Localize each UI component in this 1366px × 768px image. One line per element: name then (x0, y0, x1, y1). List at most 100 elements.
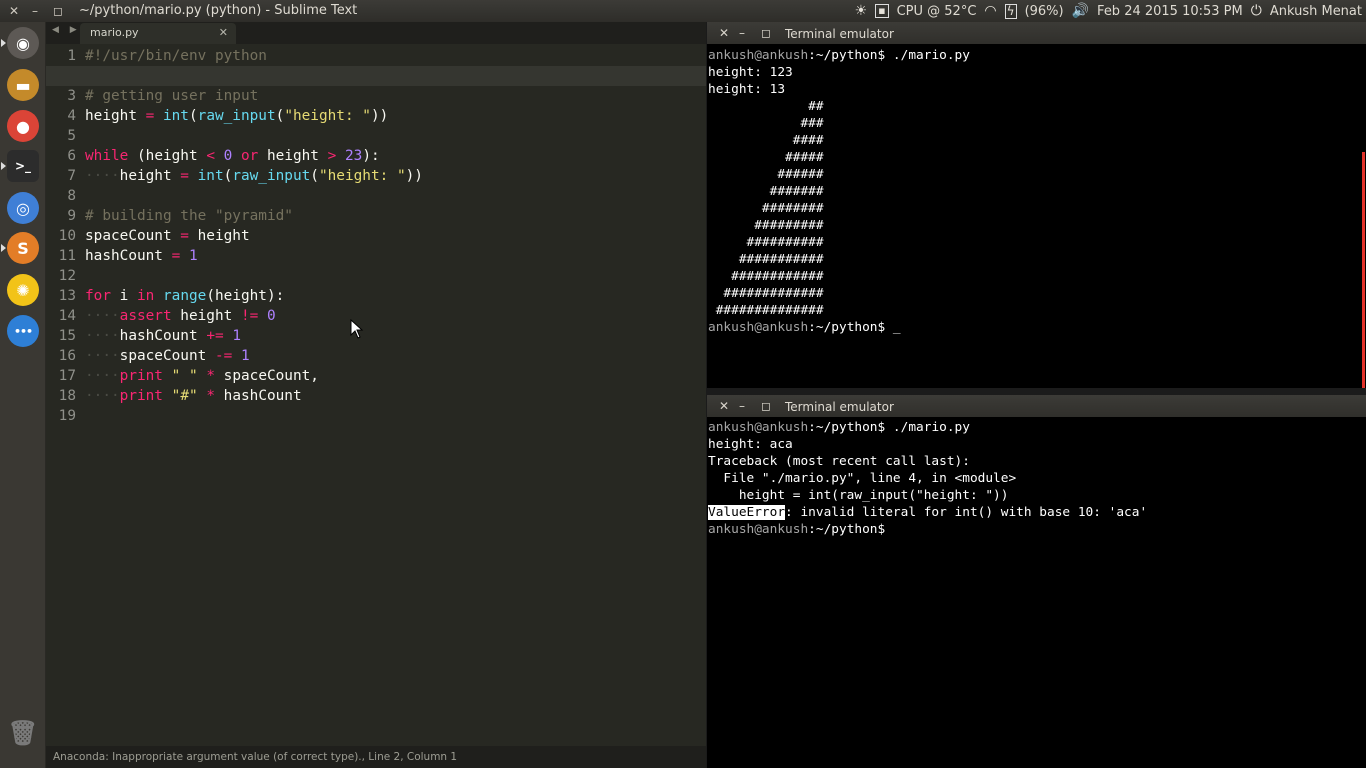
terminal-text: ###### (708, 167, 824, 182)
tab-bar: ◀ ▶ mario.py ✕ (46, 22, 706, 44)
maximize-window-icon[interactable]: ◻ (53, 3, 63, 19)
code-line: ····height = int(raw_input("height: ")) (85, 168, 423, 184)
terminal-line: ankush@ankush:~/python$ ./mario.py (708, 47, 1358, 64)
line-number: 11 (58, 248, 76, 264)
terminal-output: ankush@ankush:~/python$ ./mario.py height… (708, 47, 1358, 336)
code-line: #!/usr/bin/env python (85, 48, 267, 64)
sublime-icon[interactable]: S (7, 232, 39, 264)
terminal-line: #### (708, 132, 1358, 149)
terminal-text: :~/python$ ./mario.py (808, 48, 970, 63)
terminal-text: ## (708, 99, 824, 114)
terminal-text: ######## (708, 201, 824, 216)
terminal-line: height: 13 (708, 81, 1358, 98)
terminal-text: : invalid literal for int() with base 10… (785, 505, 1148, 520)
terminal-text: :~/python$ (808, 522, 886, 537)
tab-label: mario.py (90, 26, 139, 39)
code-line: # getting user input (85, 88, 259, 104)
terminal-line: height = int(raw_input("height: ")) (708, 487, 1358, 504)
lightbulb-icon[interactable]: ✺ (7, 274, 39, 306)
running-indicator (1, 244, 6, 252)
line-number: 6 (67, 148, 76, 164)
tab-close-icon[interactable]: ✕ (219, 23, 228, 42)
terminal-line: ############## (708, 302, 1358, 319)
code-line: hashCount = 1 (85, 248, 198, 264)
terminal-line: ### (708, 115, 1358, 132)
minimize-window-icon[interactable]: – (32, 3, 38, 19)
terminal-line: ########### (708, 251, 1358, 268)
cpu-temperature[interactable]: CPU @ 52°C (897, 4, 977, 19)
brightness-icon[interactable]: ☀ (855, 3, 868, 19)
close-icon[interactable]: ✕ (719, 25, 729, 41)
line-number: 9 (67, 208, 76, 224)
terminal-text: :~/python$ ./mario.py (808, 420, 970, 435)
terminal-line: ########## (708, 234, 1358, 251)
maximize-icon[interactable]: ◻ (761, 398, 771, 414)
scrollbar-thumb[interactable] (1362, 152, 1365, 388)
code-line: ····assert height != 0 (85, 308, 276, 324)
line-number: 16 (58, 348, 76, 364)
code-line: for i in range(height): (85, 288, 285, 304)
top-panel: ✕ – ◻ ~/python/mario.py (python) - Subli… (0, 0, 1366, 22)
mouse-pointer-icon (350, 319, 364, 339)
terminal-text: #### (708, 133, 824, 148)
more-apps-icon[interactable]: ••• (7, 315, 39, 347)
wifi-icon[interactable]: ◠ (984, 3, 996, 19)
code-area[interactable]: #!/usr/bin/env python # getting user inp… (46, 46, 706, 426)
terminal-line: ######## (708, 200, 1358, 217)
line-number: 8 (67, 188, 76, 204)
prompt-user: ankush@ankush (708, 420, 809, 435)
line-number: 1 (67, 48, 76, 64)
terminal-text: ########### (708, 252, 824, 267)
terminal-line: ###### (708, 166, 1358, 183)
terminal-bottom[interactable]: ✕ – ◻ Terminal emulator ankush@ankush:~/… (707, 395, 1366, 768)
dash-icon[interactable]: ◉ (7, 27, 39, 59)
terminal-title: Terminal emulator (785, 27, 894, 41)
close-icon[interactable]: ✕ (719, 398, 729, 414)
battery-percentage[interactable]: (96%) (1025, 4, 1064, 19)
maximize-icon[interactable]: ◻ (761, 25, 771, 41)
terminal-text: ######### (708, 218, 824, 233)
terminal-line: ankush@ankush:~/python$ _ (708, 319, 1358, 336)
prompt-user: ankush@ankush (708, 48, 809, 63)
line-number: 18 (58, 388, 76, 404)
session-icon[interactable]: ⏻ (1251, 3, 1262, 19)
terminal-text: height: aca (708, 437, 793, 452)
terminal-text: :~/python$ _ (808, 320, 901, 335)
terminal-text: Traceback (most recent call last): (708, 454, 970, 469)
volume-icon[interactable]: 🔊 (1072, 3, 1089, 19)
chromium-icon[interactable]: ◎ (7, 192, 39, 224)
terminal-text: ##### (708, 150, 824, 165)
terminal-text: File "./mario.py", line 4, in <module> (708, 471, 1017, 486)
close-window-icon[interactable]: ✕ (9, 3, 19, 19)
line-number: 19 (58, 408, 76, 424)
terminal-text: ############## (708, 303, 824, 318)
code-line: while (height < 0 or height > 23): (85, 148, 380, 164)
clock[interactable]: Feb 24 2015 10:53 PM (1097, 4, 1243, 19)
terminal-icon[interactable]: >_ (7, 150, 39, 182)
user-name[interactable]: Ankush Menat (1270, 4, 1362, 19)
minimize-icon[interactable]: – (739, 25, 745, 41)
line-number: 17 (58, 368, 76, 384)
chrome-icon[interactable]: ● (7, 110, 39, 142)
tab-navigation-arrows[interactable]: ◀ ▶ (52, 25, 81, 35)
tab-mario-py[interactable]: mario.py ✕ (80, 23, 236, 44)
terminal-text: ### (708, 116, 824, 131)
code-line: height = int(raw_input("height: ")) (85, 108, 389, 124)
line-number-gutter: 12345678910111213141516171819 (46, 46, 80, 426)
trash-icon[interactable]: 🗑 (7, 717, 39, 749)
terminal-top[interactable]: ✕ – ◻ Terminal emulator ankush@ankush:~/… (707, 22, 1366, 388)
window-title: ~/python/mario.py (python) - Sublime Tex… (79, 3, 358, 18)
code-line: ····hashCount += 1 (85, 328, 241, 344)
terminal-text: ############# (708, 286, 824, 301)
status-bar: Anaconda: Inappropriate argument value (… (46, 746, 706, 768)
terminal-line: ############# (708, 285, 1358, 302)
files-icon[interactable]: ▬ (7, 69, 39, 101)
terminal-line: ankush@ankush:~/python$ ./mario.py (708, 419, 1358, 436)
minimize-icon[interactable]: – (739, 398, 745, 414)
terminal-line: ValueError: invalid literal for int() wi… (708, 504, 1358, 521)
terminal-text: height: 123 (708, 65, 793, 80)
battery-icon[interactable]: ϟ (1004, 3, 1017, 19)
line-number: 10 (58, 228, 76, 244)
